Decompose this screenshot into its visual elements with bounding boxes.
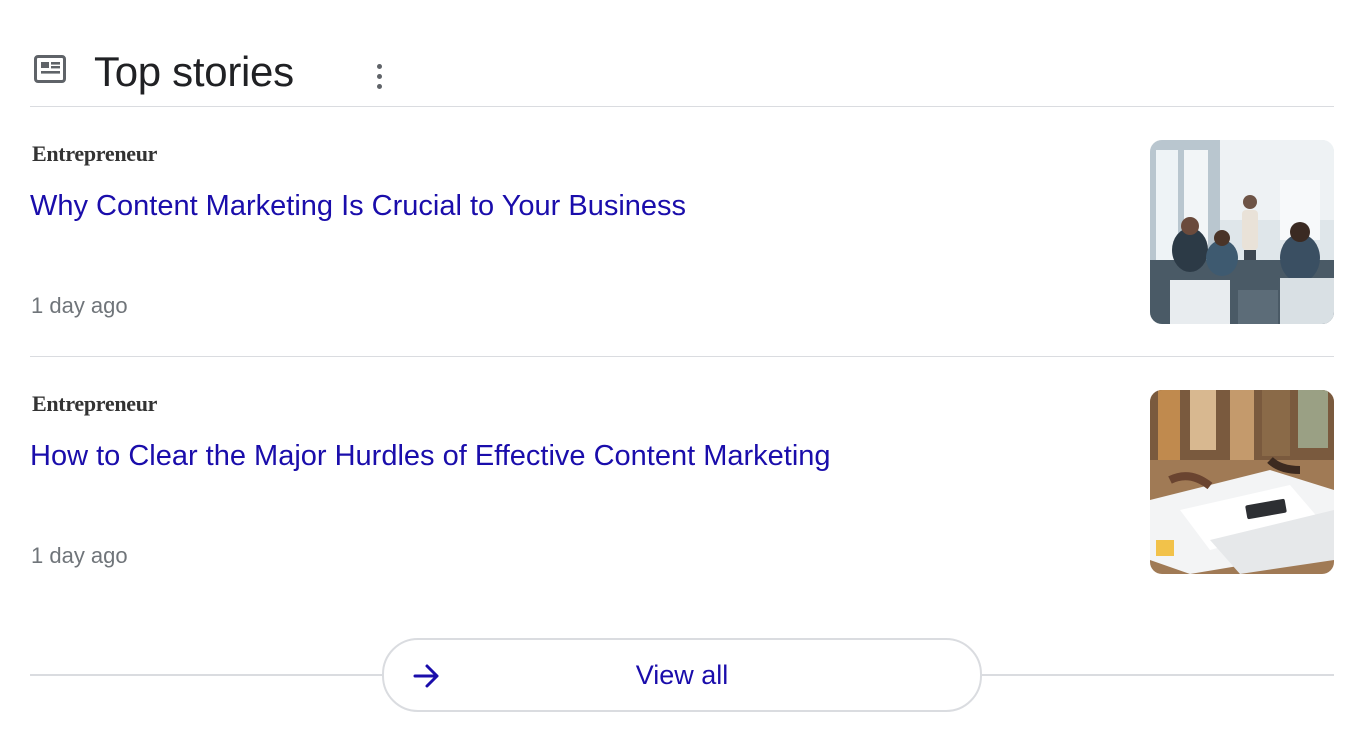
header-divider <box>30 106 1334 107</box>
story-timestamp: 1 day ago <box>31 293 128 318</box>
view-all-divider-right <box>982 674 1334 676</box>
story-thumbnail[interactable] <box>1150 390 1334 574</box>
view-all-button[interactable]: View all <box>382 638 982 712</box>
story-source: Entrepreneur <box>32 141 158 166</box>
story-headline-link[interactable]: Why Content Marketing Is Crucial to Your… <box>30 188 686 224</box>
more-options-button[interactable] <box>362 50 396 90</box>
more-vert-icon <box>377 64 382 69</box>
story-divider <box>30 356 1334 357</box>
top-stories-header: Top stories <box>30 44 1334 100</box>
team-papers-photo-image <box>1150 390 1334 574</box>
top-stories-card: Top stories Entrepreneur Why Content Mar… <box>30 0 1334 736</box>
story-item: Entrepreneur Why Content Marketing Is Cr… <box>30 140 1334 330</box>
view-all-label: View all <box>635 660 729 690</box>
meeting-photo-image <box>1150 140 1334 324</box>
story-headline-link[interactable]: How to Clear the Major Hurdles of Effect… <box>30 438 831 474</box>
story-item: Entrepreneur How to Clear the Major Hurd… <box>30 390 1334 580</box>
view-all-divider-left <box>30 674 382 676</box>
story-thumbnail[interactable] <box>1150 140 1334 324</box>
story-timestamp: 1 day ago <box>31 543 128 568</box>
news-icon <box>34 55 66 83</box>
story-source: Entrepreneur <box>32 391 158 416</box>
section-title: Top stories <box>94 48 294 95</box>
